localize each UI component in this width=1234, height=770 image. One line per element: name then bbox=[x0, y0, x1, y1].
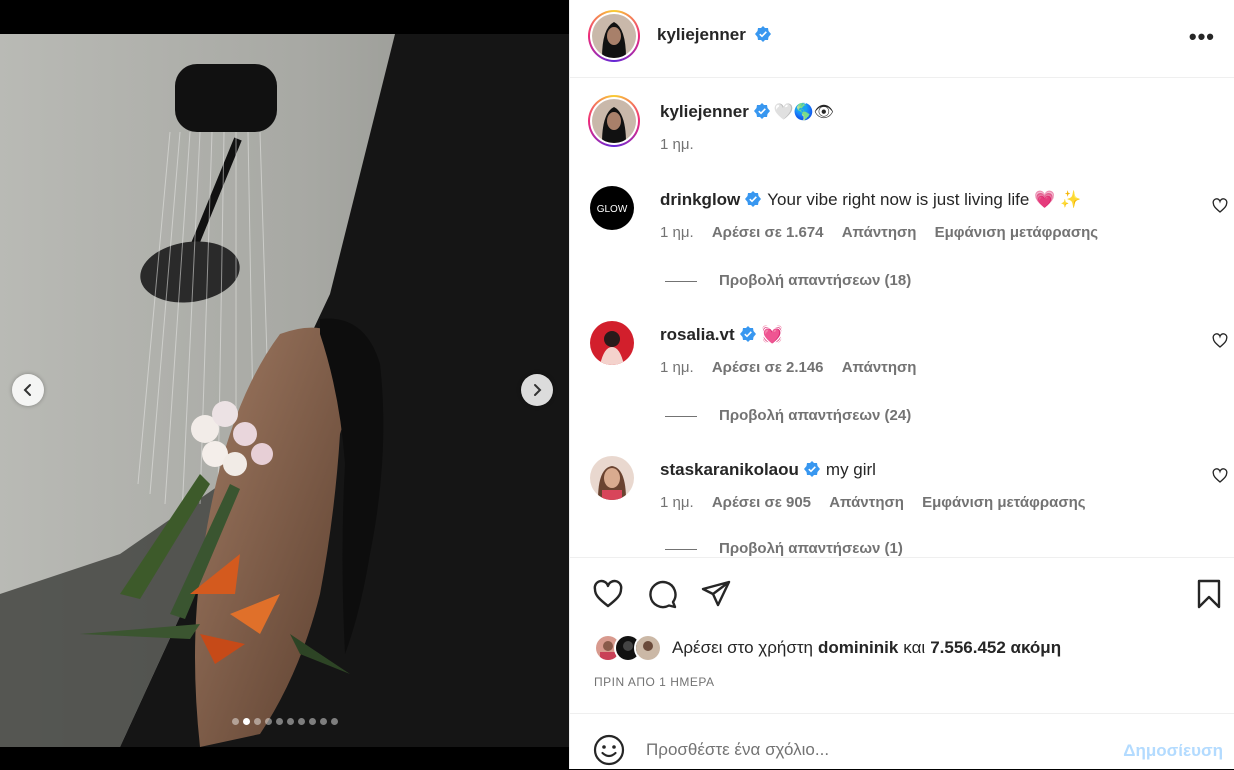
post-actions: Αρέσει στο χρήστη domininik και 7.556.45… bbox=[570, 557, 1234, 714]
comment-like-heart-icon[interactable] bbox=[1212, 333, 1228, 349]
comment-avatar[interactable] bbox=[590, 321, 634, 365]
glow-logo: GLOW bbox=[597, 204, 628, 215]
liker-avatar bbox=[634, 634, 662, 662]
comment-item: GLOW drinkglow Your vibe right now is jus… bbox=[590, 186, 1228, 306]
comment-username[interactable]: staskaranikolaou bbox=[660, 460, 799, 479]
verified-badge-icon bbox=[803, 461, 820, 477]
comments-list[interactable]: kyliejenner 🤍🌎👁 1 ημ. GLOW drinkglow Your … bbox=[570, 78, 1234, 556]
comment-likes[interactable]: Αρέσει σε 1.674 bbox=[712, 224, 824, 241]
post-photo bbox=[0, 34, 569, 747]
caption-text: 🤍🌎👁 bbox=[773, 104, 834, 121]
chevron-right-icon bbox=[534, 384, 542, 396]
slide-dot bbox=[253, 718, 261, 725]
comment-item: staskaranikolaou my girl 1 ημ. Αρέσει σε … bbox=[590, 456, 1228, 556]
more-horizontal-icon[interactable]: ••• bbox=[1189, 24, 1215, 50]
slide-dot bbox=[297, 718, 305, 725]
verified-badge-icon bbox=[753, 103, 770, 119]
post-comment-button[interactable]: Δημοσίευση bbox=[1123, 741, 1223, 761]
view-replies-button[interactable]: Προβολή απαντήσεων (1) bbox=[665, 540, 903, 556]
likes-count[interactable]: 7.556.452 ακόμη bbox=[930, 638, 1061, 658]
comment-input[interactable] bbox=[644, 734, 1108, 766]
comment-time[interactable]: 1 ημ. bbox=[660, 359, 694, 376]
see-translation-button[interactable]: Εμφάνιση μετάφρασης bbox=[935, 224, 1098, 241]
comment-username[interactable]: rosalia.vt bbox=[660, 325, 735, 344]
comment-item: rosalia.vt 💓 1 ημ. Αρέσει σε 2.146 Απάντη… bbox=[590, 321, 1228, 441]
caption-meta: 1 ημ. bbox=[660, 136, 708, 153]
caption-author-avatar[interactable] bbox=[588, 95, 640, 147]
verified-badge-icon bbox=[755, 26, 772, 42]
slide-indicator bbox=[0, 718, 569, 725]
slide-dot bbox=[286, 718, 294, 725]
slide-dot bbox=[242, 718, 250, 725]
view-replies-button[interactable]: Προβολή απαντήσεων (24) bbox=[665, 407, 911, 424]
verified-badge-icon bbox=[739, 326, 756, 342]
comment-likes[interactable]: Αρέσει σε 2.146 bbox=[712, 359, 824, 376]
slide-dot bbox=[308, 718, 316, 725]
see-translation-button[interactable]: Εμφάνιση μετάφρασης bbox=[922, 494, 1085, 511]
next-slide-button[interactable] bbox=[521, 374, 553, 406]
reply-button[interactable]: Απάντηση bbox=[842, 224, 917, 241]
liker-avatars[interactable] bbox=[594, 634, 662, 662]
liked-by-username[interactable]: domininik bbox=[818, 638, 898, 658]
comment-like-heart-icon[interactable] bbox=[1212, 468, 1228, 484]
chevron-left-icon bbox=[23, 384, 31, 396]
author-username[interactable]: kyliejenner bbox=[657, 25, 746, 44]
comment-avatar[interactable]: GLOW bbox=[590, 186, 634, 230]
comment-text: 💓 bbox=[761, 325, 783, 344]
like-heart-icon[interactable] bbox=[592, 578, 624, 610]
comment-like-heart-icon[interactable] bbox=[1212, 198, 1228, 214]
comment-username[interactable]: drinkglow bbox=[660, 190, 740, 209]
likes-prefix: Αρέσει στο χρήστη bbox=[672, 638, 814, 657]
comment-text: my girl bbox=[825, 460, 876, 479]
slide-dot bbox=[275, 718, 283, 725]
caption-time[interactable]: 1 ημ. bbox=[660, 136, 694, 153]
comment-avatar[interactable] bbox=[590, 456, 634, 500]
slide-dot bbox=[319, 718, 327, 725]
post-timestamp[interactable]: ΠΡΙΝ ΑΠΟ 1 ΗΜΕΡΑ bbox=[594, 675, 714, 689]
share-send-icon[interactable] bbox=[700, 578, 732, 610]
post-details-panel: kyliejenner ••• kyliejenner 🤍🌎👁 1 ημ. GLO… bbox=[569, 0, 1234, 769]
reply-button[interactable]: Απάντηση bbox=[842, 359, 917, 376]
likes-summary: Αρέσει στο χρήστη domininik και 7.556.45… bbox=[594, 634, 1061, 662]
comment-time[interactable]: 1 ημ. bbox=[660, 494, 694, 511]
slide-dot bbox=[264, 718, 272, 725]
post-media bbox=[0, 0, 569, 769]
slide-dot bbox=[330, 718, 338, 725]
verified-badge-icon bbox=[745, 191, 762, 207]
comment-text: Your vibe right now is just living life … bbox=[767, 190, 1082, 209]
post-header: kyliejenner ••• bbox=[570, 0, 1234, 78]
caption-username[interactable]: kyliejenner bbox=[660, 102, 749, 121]
emoji-smiley-icon[interactable] bbox=[592, 733, 626, 767]
slide-dot bbox=[231, 718, 239, 725]
view-replies-button[interactable]: Προβολή απαντήσεων (18) bbox=[665, 272, 911, 289]
comment-time[interactable]: 1 ημ. bbox=[660, 224, 694, 241]
save-bookmark-icon[interactable] bbox=[1193, 578, 1225, 610]
previous-slide-button[interactable] bbox=[12, 374, 44, 406]
comment-bubble-icon[interactable] bbox=[646, 578, 678, 610]
reply-button[interactable]: Απάντηση bbox=[829, 494, 904, 511]
add-comment-bar: Δημοσίευση bbox=[570, 713, 1234, 770]
caption: kyliejenner 🤍🌎👁 bbox=[660, 102, 834, 122]
likes-conjunction: και bbox=[903, 638, 926, 657]
comment-likes[interactable]: Αρέσει σε 905 bbox=[712, 494, 811, 511]
author-avatar[interactable] bbox=[588, 10, 640, 62]
